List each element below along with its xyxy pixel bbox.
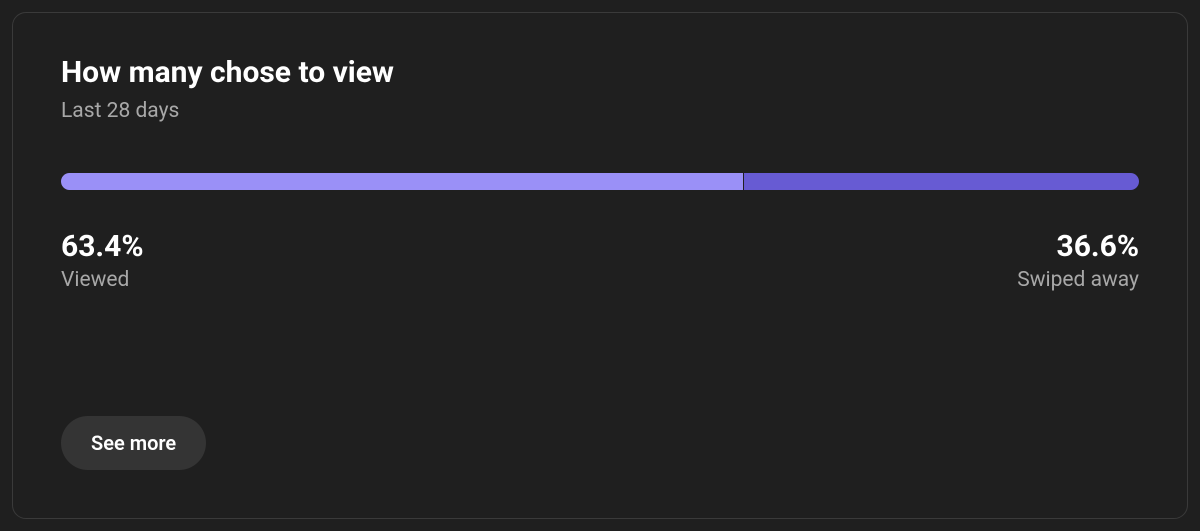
stacked-bar: [61, 173, 1139, 190]
stats-row: 63.4% Viewed 36.6% Swiped away: [61, 228, 1139, 292]
see-more-button[interactable]: See more: [61, 416, 206, 470]
stat-swiped-value: 36.6%: [1017, 228, 1139, 266]
card-title: How many chose to view: [61, 55, 1139, 91]
view-engagement-card: How many chose to view Last 28 days 63.4…: [12, 12, 1188, 519]
stat-swiped-away: 36.6% Swiped away: [1017, 228, 1139, 292]
stat-viewed-label: Viewed: [61, 268, 144, 292]
stat-viewed: 63.4% Viewed: [61, 228, 144, 292]
card-subtitle: Last 28 days: [61, 99, 1139, 123]
stat-swiped-label: Swiped away: [1017, 268, 1139, 292]
bar-segment-swiped-away: [744, 173, 1139, 190]
bar-segment-viewed: [61, 173, 744, 190]
stat-viewed-value: 63.4%: [61, 228, 144, 266]
